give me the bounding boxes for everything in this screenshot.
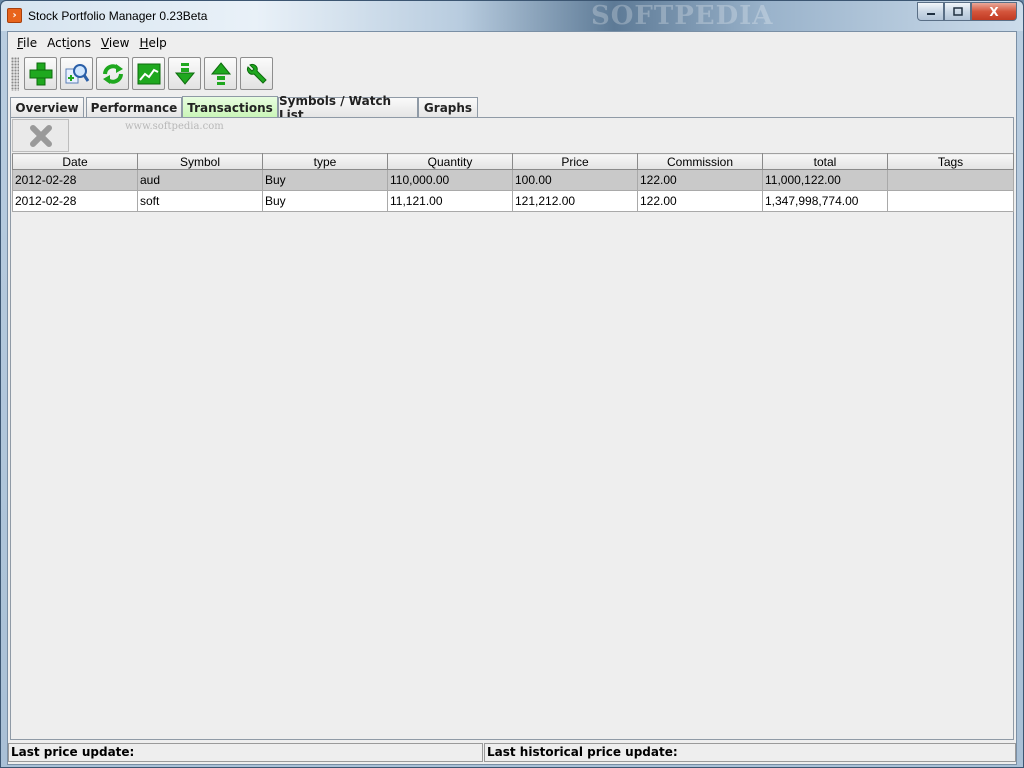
client-area: File Actions View Help Overview Performa… bbox=[7, 31, 1017, 765]
delete-transaction-button[interactable] bbox=[12, 119, 69, 152]
menu-view[interactable]: View bbox=[96, 36, 134, 50]
cell-commission[interactable]: 122.00 bbox=[637, 190, 763, 212]
tab-transactions[interactable]: Transactions bbox=[182, 96, 278, 118]
upload-button[interactable] bbox=[204, 57, 237, 90]
window-title: Stock Portfolio Manager 0.23Beta bbox=[28, 9, 208, 23]
add-icon bbox=[29, 62, 52, 85]
column-header-quantity[interactable]: Quantity bbox=[387, 153, 513, 170]
close-icon: X bbox=[989, 4, 999, 19]
download-icon bbox=[174, 62, 195, 85]
cell-tags[interactable] bbox=[887, 190, 1014, 212]
menu-help[interactable]: Help bbox=[134, 36, 171, 50]
column-header-date[interactable]: Date bbox=[12, 153, 138, 170]
table-header-row: Date Symbol type Quantity Price Commissi… bbox=[12, 153, 1014, 170]
cell-commission[interactable]: 122.00 bbox=[637, 169, 763, 191]
cell-type[interactable]: Buy bbox=[262, 169, 388, 191]
column-header-commission[interactable]: Commission bbox=[637, 153, 763, 170]
title-watermark: SOFTPEDIA bbox=[591, 1, 774, 31]
transactions-table: Date Symbol type Quantity Price Commissi… bbox=[12, 153, 1014, 212]
chart-button[interactable] bbox=[132, 57, 165, 90]
close-button[interactable]: X bbox=[971, 2, 1017, 21]
minimize-button[interactable] bbox=[917, 2, 944, 21]
delete-icon bbox=[29, 124, 52, 147]
tab-overview[interactable]: Overview bbox=[10, 97, 84, 118]
softpedia-watermark: www.softpedia.com bbox=[125, 121, 224, 132]
find-symbol-icon bbox=[65, 63, 89, 83]
cell-quantity[interactable]: 11,121.00 bbox=[387, 190, 513, 212]
refresh-button[interactable] bbox=[96, 57, 129, 90]
app-icon: › bbox=[7, 8, 22, 23]
tab-strip: Overview Performance Transactions Symbol… bbox=[10, 94, 1014, 122]
cell-total[interactable]: 1,347,998,774.00 bbox=[762, 190, 888, 212]
maximize-icon bbox=[952, 6, 963, 16]
toolbar-grip[interactable] bbox=[11, 57, 19, 91]
column-header-symbol[interactable]: Symbol bbox=[137, 153, 263, 170]
column-header-tags[interactable]: Tags bbox=[887, 153, 1014, 170]
tab-symbols-watch-list[interactable]: Symbols / Watch List bbox=[278, 94, 418, 122]
toolbar bbox=[8, 54, 1016, 94]
tools-icon bbox=[246, 63, 267, 84]
minimize-icon bbox=[926, 12, 935, 15]
tools-button[interactable] bbox=[240, 57, 273, 90]
table-row[interactable]: 2012-02-28 soft Buy 11,121.00 121,212.00… bbox=[12, 190, 1014, 212]
status-bar: Last price update: Last historical price… bbox=[8, 742, 1016, 764]
last-historical-price-update: Last historical price update: bbox=[484, 743, 1016, 762]
cell-date[interactable]: 2012-02-28 bbox=[12, 169, 138, 191]
last-price-update: Last price update: bbox=[8, 743, 483, 762]
column-header-type[interactable]: type bbox=[262, 153, 388, 170]
title-bar[interactable]: › Stock Portfolio Manager 0.23Beta SOFTP… bbox=[1, 1, 1023, 31]
cell-price[interactable]: 100.00 bbox=[512, 169, 638, 191]
tab-performance[interactable]: Performance bbox=[86, 97, 182, 118]
refresh-icon bbox=[102, 63, 123, 84]
cell-tags[interactable] bbox=[887, 169, 1014, 191]
menu-file[interactable]: File bbox=[12, 36, 42, 50]
transactions-panel: www.softpedia.com Date Symbol type Quant… bbox=[10, 118, 1014, 740]
cell-price[interactable]: 121,212.00 bbox=[512, 190, 638, 212]
column-header-price[interactable]: Price bbox=[512, 153, 638, 170]
add-transaction-button[interactable] bbox=[24, 57, 57, 90]
cell-type[interactable]: Buy bbox=[262, 190, 388, 212]
chart-icon bbox=[137, 63, 160, 84]
cell-symbol[interactable]: soft bbox=[137, 190, 263, 212]
column-header-total[interactable]: total bbox=[762, 153, 888, 170]
cell-date[interactable]: 2012-02-28 bbox=[12, 190, 138, 212]
menu-actions[interactable]: Actions bbox=[42, 36, 96, 50]
cell-symbol[interactable]: aud bbox=[137, 169, 263, 191]
menu-bar: File Actions View Help bbox=[8, 32, 1016, 54]
find-symbol-button[interactable] bbox=[60, 57, 93, 90]
cell-total[interactable]: 11,000,122.00 bbox=[762, 169, 888, 191]
tab-graphs[interactable]: Graphs bbox=[418, 97, 478, 118]
cell-quantity[interactable]: 110,000.00 bbox=[387, 169, 513, 191]
maximize-button[interactable] bbox=[944, 2, 971, 21]
download-button[interactable] bbox=[168, 57, 201, 90]
table-row[interactable]: 2012-02-28 aud Buy 110,000.00 100.00 122… bbox=[12, 169, 1014, 191]
app-window: › Stock Portfolio Manager 0.23Beta SOFTP… bbox=[0, 0, 1024, 768]
upload-icon bbox=[210, 61, 231, 85]
